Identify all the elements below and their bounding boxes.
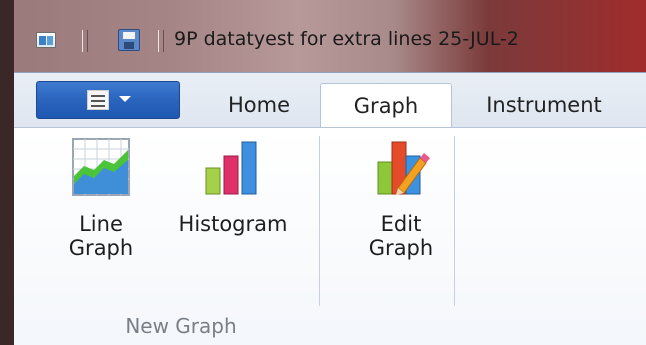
edit-graph-button[interactable]: Edit Graph: [341, 136, 461, 260]
edit-graph-icon: [370, 136, 432, 198]
quick-access-separator: [158, 30, 164, 52]
line-graph-icon: [70, 136, 132, 198]
tab-instrument[interactable]: Instrument: [464, 83, 624, 127]
window-title: 9P datatyest for extra lines 25-JUL-2: [174, 28, 519, 50]
histogram-button[interactable]: Histogram: [166, 136, 300, 236]
window-left-edge: [0, 0, 14, 345]
line-graph-label: Line Graph: [69, 212, 133, 260]
line-graph-label-line1: Line: [79, 212, 123, 236]
application-menu-button[interactable]: [36, 81, 180, 119]
line-graph-label-line2: Graph: [68, 236, 134, 260]
save-icon[interactable]: [118, 29, 140, 51]
edit-graph-label-line2: Graph: [368, 236, 434, 260]
application-window: 9P datatyest for extra lines 25-JUL-2 Ho…: [0, 0, 646, 345]
ribbon-content: Line Graph Histogram Edit Graph New Grap…: [14, 128, 646, 345]
title-bar[interactable]: 9P datatyest for extra lines 25-JUL-2: [14, 0, 646, 72]
line-graph-button[interactable]: Line Graph: [56, 136, 146, 260]
tab-graph[interactable]: Graph: [320, 83, 452, 127]
chevron-down-icon: [119, 96, 131, 102]
tab-home[interactable]: Home: [199, 83, 319, 127]
edit-graph-label: Edit Graph: [369, 212, 433, 260]
group-divider: [319, 136, 320, 306]
edit-graph-label-line1: Edit: [380, 212, 422, 236]
app-system-icon[interactable]: [36, 32, 56, 48]
histogram-label: Histogram: [179, 212, 288, 236]
ribbon: Home Graph Instrument Line Graph Histogr…: [14, 72, 646, 345]
group-divider: [454, 136, 455, 306]
document-menu-icon: [87, 90, 109, 110]
quick-access-separator: [82, 30, 88, 52]
group-label-new-graph: New Graph: [125, 314, 237, 338]
histogram-label-text: Histogram: [178, 212, 288, 236]
histogram-icon: [202, 136, 264, 198]
ribbon-tab-strip: Home Graph Instrument: [14, 73, 646, 128]
